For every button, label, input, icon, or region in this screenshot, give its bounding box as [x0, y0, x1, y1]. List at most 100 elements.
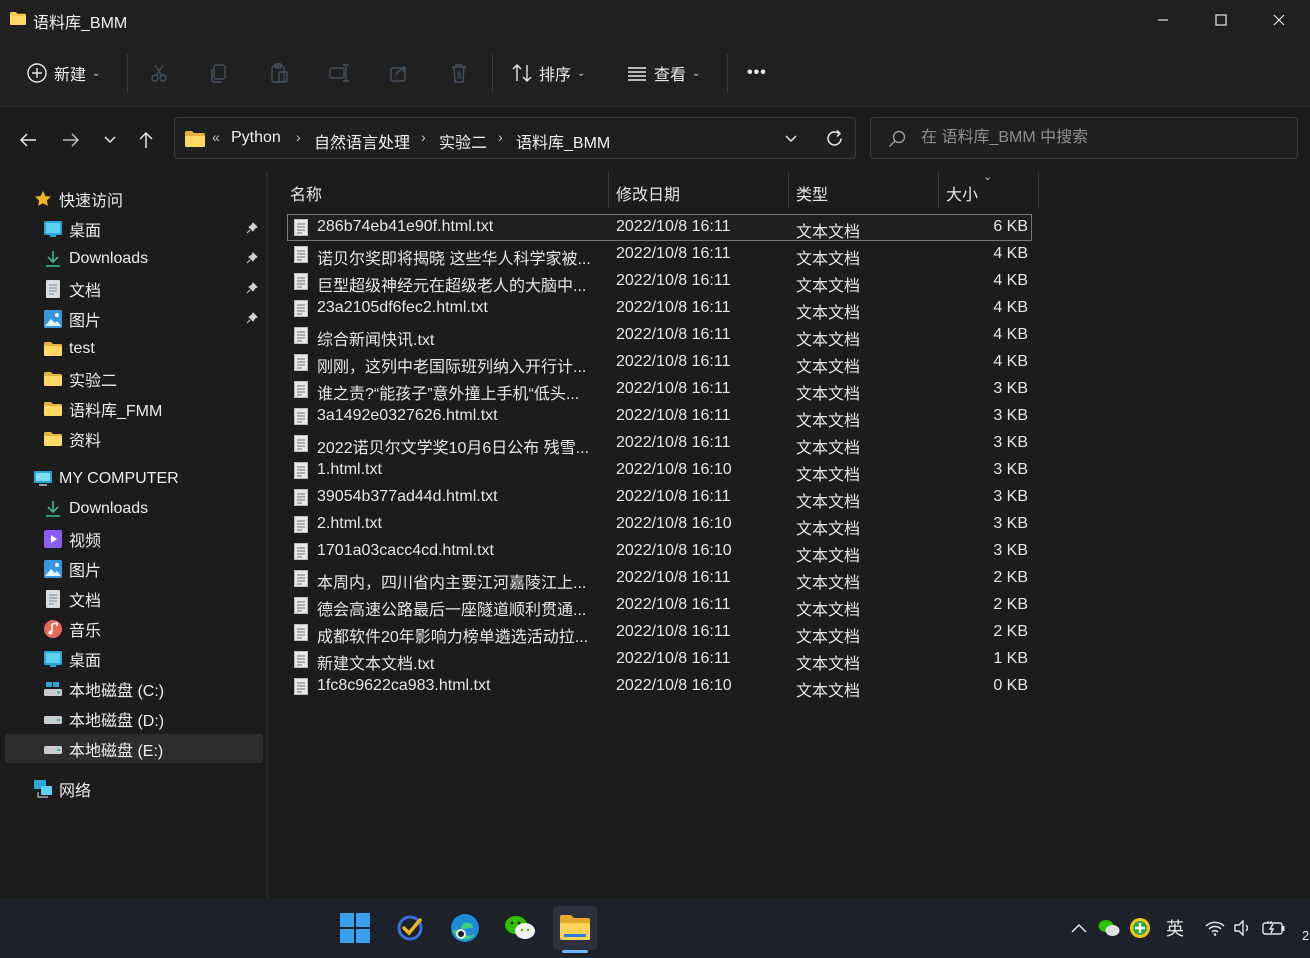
delete-button[interactable] — [448, 40, 470, 106]
file-row[interactable]: 1.html.txt 2022/10/8 16:10 文本文档 3 KB — [287, 457, 1032, 484]
pane-divider[interactable] — [266, 172, 268, 898]
view-button[interactable]: 查看 ⌄ — [626, 40, 700, 106]
volume-button[interactable] — [1230, 915, 1256, 941]
sidebar-item-materials[interactable]: 资料 — [5, 424, 263, 453]
sidebar-item-drive-c[interactable]: 本地磁盘 (C:) — [5, 674, 263, 703]
folder-icon — [44, 370, 62, 388]
sidebar-item-pictures[interactable]: 图片 — [5, 304, 263, 333]
rename-button[interactable] — [328, 40, 350, 106]
battery-button[interactable] — [1260, 915, 1288, 941]
forward-button[interactable] — [56, 125, 86, 155]
chevron-down-icon: ⌄ — [577, 67, 586, 79]
search-box[interactable] — [870, 117, 1298, 159]
file-row[interactable]: 286b74eb41e90f.html.txt 2022/10/8 16:11 … — [287, 214, 1032, 241]
file-row[interactable]: 刚刚，这列中老国际班列纳入开行计... 2022/10/8 16:11 文本文档… — [287, 349, 1032, 376]
download-icon — [44, 250, 62, 268]
sidebar-item-label: 实验二 — [69, 372, 118, 390]
cut-button[interactable] — [148, 40, 170, 106]
close-button[interactable] — [1250, 0, 1308, 40]
sort-button[interactable]: 排序 ⌄ — [511, 40, 585, 106]
column-resize-handle[interactable] — [608, 172, 609, 208]
file-row[interactable]: 3a1492e0327626.html.txt 2022/10/8 16:11 … — [287, 403, 1032, 430]
todo-app-button[interactable] — [388, 906, 432, 950]
sidebar-item-quick-access[interactable]: 快速访问 — [5, 184, 263, 213]
sidebar-item-experiment2[interactable]: 实验二 — [5, 364, 263, 393]
breadcrumb-experiment2[interactable]: 实验二 — [439, 129, 487, 153]
paste-button[interactable] — [268, 40, 290, 106]
more-options-button[interactable]: ••• — [747, 40, 767, 106]
address-bar[interactable]: « Python › 自然语言处理 › 实验二 › 语料库_BMM — [174, 117, 856, 159]
chevron-down-icon — [104, 136, 116, 144]
address-history-button[interactable] — [784, 132, 798, 151]
file-row[interactable]: 39054b377ad44d.html.txt 2022/10/8 16:11 … — [287, 484, 1032, 511]
file-row[interactable]: 2022诺贝尔文学奖10月6日公布 残雪... 2022/10/8 16:11 … — [287, 430, 1032, 457]
sidebar-item-pc-downloads[interactable]: Downloads — [5, 494, 263, 523]
file-row[interactable]: 德会高速公路最后一座隧道顺利贯通... 2022/10/8 16:11 文本文档… — [287, 592, 1032, 619]
file-type: 文本文档 — [796, 332, 861, 349]
tray-security-button[interactable] — [1127, 915, 1153, 941]
sidebar-item-my-computer[interactable]: MY COMPUTER — [5, 464, 263, 493]
edge-browser-button[interactable] — [443, 906, 487, 950]
breadcrumb-overflow[interactable]: « — [212, 129, 220, 145]
breadcrumb-separator[interactable]: › — [296, 129, 301, 145]
minimize-button[interactable] — [1134, 0, 1192, 40]
sidebar-item-pc-documents[interactable]: 文档 — [5, 584, 263, 613]
file-row[interactable]: 诺贝尔奖即将揭晓 这些华人科学家被... 2022/10/8 16:11 文本文… — [287, 241, 1032, 268]
copy-button[interactable] — [208, 40, 230, 106]
sidebar-item-documents[interactable]: 文档 — [5, 274, 263, 303]
sidebar-item-corpus-fmm[interactable]: 语料库_FMM — [5, 394, 263, 423]
column-resize-handle[interactable] — [938, 172, 939, 208]
file-row[interactable]: 新建文本文档.txt 2022/10/8 16:11 文本文档 1 KB — [287, 646, 1032, 673]
file-row[interactable]: 1fc8c9622ca983.html.txt 2022/10/8 16:10 … — [287, 673, 1032, 700]
sidebar-item-desktop[interactable]: 桌面 — [5, 214, 263, 243]
breadcrumb-current[interactable]: 语料库_BMM — [516, 129, 610, 153]
file-explorer-button[interactable] — [553, 906, 597, 950]
sidebar-item-drive-e[interactable]: 本地磁盘 (E:) — [5, 734, 263, 763]
search-input[interactable] — [919, 128, 1283, 148]
sidebar-item-network[interactable]: 网络 — [5, 774, 263, 803]
start-button[interactable] — [333, 906, 377, 950]
breadcrumb-separator[interactable]: › — [421, 129, 426, 145]
sidebar-item-downloads[interactable]: Downloads — [5, 244, 263, 273]
recent-locations-button[interactable] — [95, 125, 125, 155]
show-hidden-icons-button[interactable] — [1066, 915, 1092, 941]
file-row[interactable]: 综合新闻快讯.txt 2022/10/8 16:11 文本文档 4 KB — [287, 322, 1032, 349]
sidebar-item-videos[interactable]: 视频 — [5, 524, 263, 553]
column-header-name[interactable]: 名称 — [290, 181, 322, 205]
column-header-modified[interactable]: 修改日期 — [616, 181, 680, 205]
new-button[interactable]: 新建 ⌄ — [26, 40, 100, 106]
maximize-button[interactable] — [1192, 0, 1250, 40]
sidebar-item-pc-desktop[interactable]: 桌面 — [5, 644, 263, 673]
network-status-button[interactable] — [1202, 915, 1228, 941]
share-button[interactable] — [388, 40, 410, 106]
sidebar-item-pc-pictures[interactable]: 图片 — [5, 554, 263, 583]
column-header-type[interactable]: 类型 — [796, 181, 828, 205]
wechat-button[interactable] — [498, 906, 542, 950]
sidebar-item-test[interactable]: test — [5, 334, 263, 363]
sidebar-item-drive-d[interactable]: 本地磁盘 (D:) — [5, 704, 263, 733]
file-name: 成都软件20年影响力榜单遴选活动拉... — [317, 629, 589, 646]
up-button[interactable] — [131, 125, 161, 155]
file-row[interactable]: 成都软件20年影响力榜单遴选活动拉... 2022/10/8 16:11 文本文… — [287, 619, 1032, 646]
ime-indicator[interactable]: 英 — [1160, 915, 1190, 941]
file-row[interactable]: 2.html.txt 2022/10/8 16:10 文本文档 3 KB — [287, 511, 1032, 538]
title-bar[interactable]: 语料库_BMM — [0, 0, 1310, 40]
folder-icon — [44, 400, 62, 418]
column-header-size[interactable]: 大小 — [946, 181, 978, 205]
refresh-button[interactable] — [825, 129, 844, 153]
file-row[interactable]: 1701a03cacc4cd.html.txt 2022/10/8 16:10 … — [287, 538, 1032, 565]
column-resize-handle[interactable] — [788, 172, 789, 208]
breadcrumb-nlp[interactable]: 自然语言处理 — [314, 129, 410, 153]
file-row[interactable]: 本周内，四川省内主要江河嘉陵江上... 2022/10/8 16:11 文本文档… — [287, 565, 1032, 592]
sidebar-item-music[interactable]: 音乐 — [5, 614, 263, 643]
column-resize-handle[interactable] — [1038, 172, 1039, 208]
file-row[interactable]: 谁之责?“能孩子”意外撞上手机“低头... 2022/10/8 16:11 文本… — [287, 376, 1032, 403]
tray-wechat-button[interactable] — [1096, 915, 1122, 941]
back-button[interactable] — [13, 125, 43, 155]
breadcrumb-python[interactable]: Python — [231, 129, 281, 147]
file-row[interactable]: 巨型超级神经元在超级老人的大脑中... 2022/10/8 16:11 文本文档… — [287, 268, 1032, 295]
file-size: 6 KB — [993, 218, 1028, 235]
clock-fragment[interactable]: 2 — [1302, 928, 1309, 943]
file-row[interactable]: 23a2105df6fec2.html.txt 2022/10/8 16:11 … — [287, 295, 1032, 322]
breadcrumb-separator[interactable]: › — [498, 129, 503, 145]
